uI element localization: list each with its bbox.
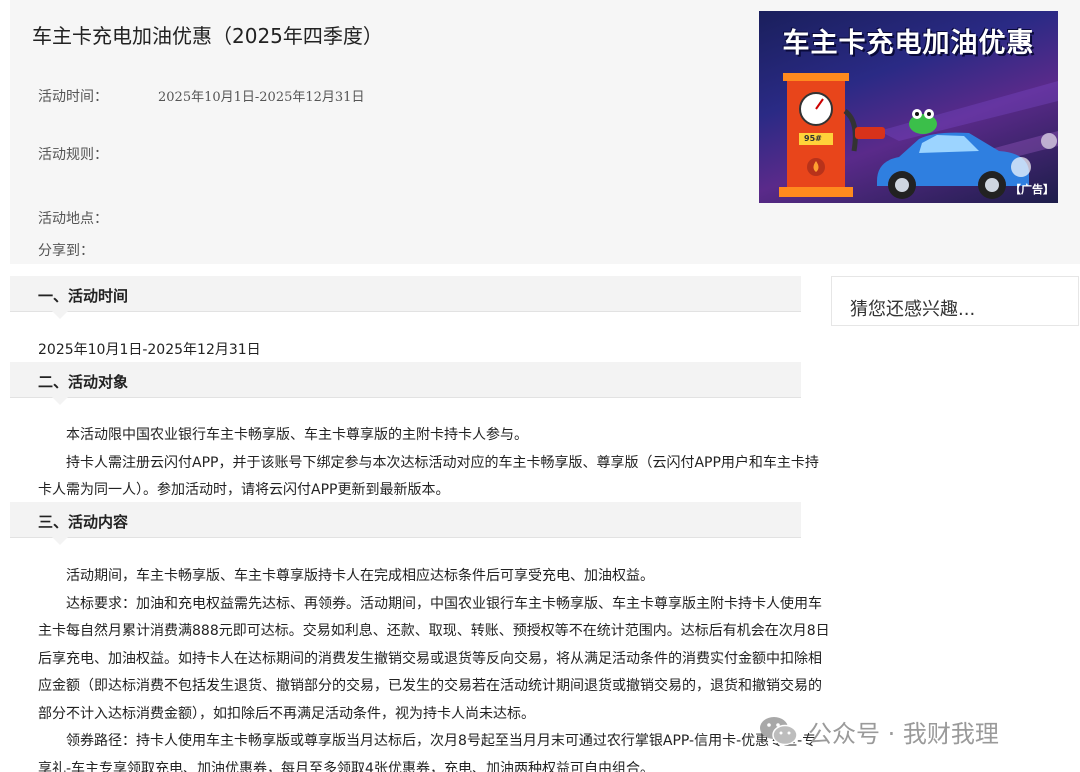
- section-activity-content: 三、活动内容: [10, 502, 801, 545]
- section-activity-time: 一、活动时间: [10, 276, 801, 319]
- section-notch: [52, 311, 68, 319]
- watermark-text: 公众号 · 我财我理: [808, 719, 999, 748]
- section-title: 三、活动内容: [38, 513, 129, 531]
- ad-pump-label: 95#: [804, 134, 822, 143]
- section-activity-content-text: 活动期间，车主卡畅享版、车主卡尊享版持卡人在完成相应达标条件后可享受充电、加油权…: [38, 563, 830, 772]
- activity-location-row: 活动地点：: [38, 208, 108, 228]
- section-notch: [52, 537, 68, 545]
- activity-time-value: 2025年10月1日-2025年12月31日: [158, 90, 365, 105]
- page-title: 车主卡充电加油优惠（2025年四季度）: [32, 24, 383, 48]
- recommendation-title: 猜您还感兴趣...: [850, 299, 976, 320]
- share-row: 分享到：: [38, 240, 94, 260]
- paragraph-line: 后享充电、加油权益。如持卡人在达标期间的消费发生撤销交易或退货等反向交易，将从满…: [38, 650, 822, 667]
- watermark: 公众号 · 我财我理: [758, 713, 999, 749]
- section-notch: [52, 397, 68, 405]
- share-label: 分享到：: [38, 243, 94, 259]
- activity-rules-label: 活动规则：: [38, 147, 108, 163]
- section-activity-time-text: 2025年10月1日-2025年12月31日: [38, 342, 261, 358]
- section-title: 二、活动对象: [38, 373, 129, 391]
- section-activity-target-text: 本活动限中国农业银行车主卡畅享版、车主卡尊享版的主附卡持卡人参与。 持卡人需注册…: [38, 422, 819, 505]
- section-activity-target: 二、活动对象: [10, 362, 801, 405]
- ad-title: 车主卡充电加油优惠: [782, 28, 1035, 59]
- paragraph-line: 享礼-车主专享领取充电、加油优惠券，每月至多领取4张优惠券，充电、加油两种权益可…: [38, 760, 654, 772]
- paragraph-line: 主卡每自然月累计消费满888元即可达标。交易如利息、还款、取现、转账、预授权等不…: [38, 623, 830, 639]
- paragraph-line: 应金额（即达标消费不包括发生退货、撤销部分的交易，已发生的交易若在活动统计期间退…: [38, 678, 822, 694]
- paragraph-line: 达标要求：加油和充电权益需先达标、再领券。活动期间，中国农业银行车主卡畅享版、车…: [38, 595, 822, 612]
- paragraph-line: 卡人需为同一人）。参加活动时，请将云闪付APP更新到最新版本。: [38, 482, 450, 498]
- paragraph-line: 活动期间，车主卡畅享版、车主卡尊享版持卡人在完成相应达标条件后可享受充电、加油权…: [38, 568, 654, 584]
- wechat-icon: [760, 717, 798, 746]
- paragraph-line: 本活动限中国农业银行车主卡畅享版、车主卡尊享版的主附卡持卡人参与。: [38, 427, 528, 443]
- ad-banner[interactable]: 车主卡充电加油优惠 95# 【广告】: [759, 11, 1058, 203]
- activity-time-label: 活动时间：: [38, 89, 108, 105]
- paragraph-line: 部分不计入达标消费金额），如扣除后不再满足活动条件，视为持卡人尚未达标。: [38, 705, 535, 722]
- activity-time-row: 活动时间： 2025年10月1日-2025年12月31日: [38, 86, 364, 106]
- recommendation-box: 猜您还感兴趣...: [831, 276, 1079, 326]
- ad-tag: 【广告】: [1010, 183, 1054, 196]
- section-title: 一、活动时间: [38, 287, 129, 305]
- paragraph-line: 持卡人需注册云闪付APP，并于该账号下绑定参与本次达标活动对应的车主卡畅享版、尊…: [38, 454, 819, 471]
- activity-location-label: 活动地点：: [38, 211, 108, 227]
- paragraph-line: 领券路径：持卡人使用车主卡畅享版或尊享版当月达标后，次月8号起至当月月末可通过农…: [38, 733, 817, 749]
- activity-rules-row: 活动规则：: [38, 144, 108, 164]
